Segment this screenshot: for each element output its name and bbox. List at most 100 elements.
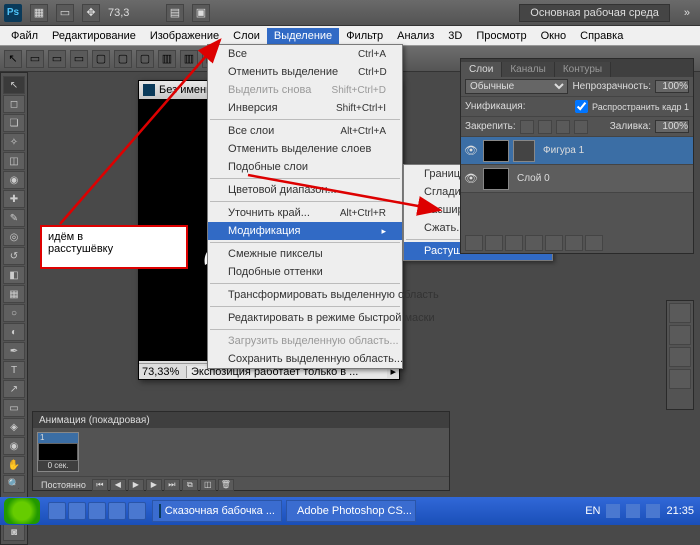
tray-icon[interactable] <box>606 504 620 518</box>
lang-indicator[interactable]: EN <box>585 505 600 517</box>
marquee-tool[interactable]: ◻ <box>3 95 25 113</box>
viewmode-icon[interactable]: ▭ <box>56 4 74 22</box>
lock-trans-icon[interactable] <box>520 120 534 134</box>
layer-name[interactable]: Слой 0 <box>513 173 550 184</box>
panel-icon[interactable] <box>669 369 691 389</box>
newlayer-icon[interactable] <box>565 235 583 251</box>
system-tray[interactable]: EN 21:35 <box>579 504 700 518</box>
menu-Анализ[interactable]: Анализ <box>390 28 441 44</box>
menu-Выделение[interactable]: Выделение <box>267 28 339 44</box>
first-frame-button[interactable]: ⏮ <box>92 479 108 491</box>
anim-title[interactable]: Анимация (покадровая) <box>33 412 449 428</box>
menu-Справка[interactable]: Справка <box>573 28 630 44</box>
menu-Слои[interactable]: Слои <box>226 28 267 44</box>
tab-channels[interactable]: Каналы <box>502 62 555 77</box>
brush-tool[interactable]: ✎ <box>3 209 25 227</box>
path-tool[interactable]: ↗ <box>3 380 25 398</box>
panel-icon[interactable] <box>669 347 691 367</box>
next-frame-button[interactable]: ▶ <box>146 479 162 491</box>
opt-tool-icon[interactable]: ↖ <box>4 50 22 68</box>
opt-8[interactable]: ▥ <box>180 50 198 68</box>
selection-menu[interactable]: ВсеCtrl+AОтменить выделениеCtrl+DВыделит… <box>207 44 403 369</box>
trash-frame-button[interactable]: 🗑 <box>218 479 234 491</box>
heal-tool[interactable]: ✚ <box>3 190 25 208</box>
ql-icon[interactable] <box>88 502 106 520</box>
menu-Файл[interactable]: Файл <box>4 28 45 44</box>
opt-5[interactable]: ▢ <box>114 50 132 68</box>
ql-icon[interactable] <box>128 502 146 520</box>
type-tool[interactable]: T <box>3 361 25 379</box>
fx-icon[interactable] <box>485 235 503 251</box>
menu-item[interactable]: Модификация <box>208 222 402 240</box>
clock[interactable]: 21:35 <box>666 505 694 517</box>
menu-Изображение[interactable]: Изображение <box>143 28 226 44</box>
windows-taskbar[interactable]: Сказочная бабочка ... Adobe Photoshop CS… <box>0 497 700 525</box>
screen-icon[interactable]: ▣ <box>192 4 210 22</box>
collapsed-panels[interactable] <box>666 300 694 410</box>
lock-pos-icon[interactable] <box>556 120 570 134</box>
trash-icon[interactable] <box>585 235 603 251</box>
group-icon[interactable] <box>545 235 563 251</box>
move-tool[interactable]: ↖ <box>3 76 25 94</box>
panel-icon[interactable] <box>669 303 691 323</box>
menu-item[interactable]: Подобные слои <box>208 158 402 176</box>
tab-paths[interactable]: Контуры <box>555 62 611 77</box>
tray-icon[interactable] <box>646 504 660 518</box>
tween-button[interactable]: ⧉ <box>182 479 198 491</box>
last-frame-button[interactable]: ⏭ <box>164 479 180 491</box>
eye-icon[interactable]: 👁 <box>463 172 479 185</box>
wand-tool[interactable]: ✧ <box>3 133 25 151</box>
ql-icon[interactable] <box>48 502 66 520</box>
eye-icon[interactable]: 👁 <box>463 144 479 157</box>
collapse-icon[interactable]: » <box>678 7 696 19</box>
menu-item[interactable]: Сохранить выделенную область... <box>208 350 402 368</box>
menu-item[interactable]: Цветовой диапазон... <box>208 181 402 199</box>
panel-icon[interactable] <box>669 325 691 345</box>
hand-tool[interactable]: ✋ <box>3 456 25 474</box>
opacity-value[interactable]: 100% <box>655 80 689 93</box>
spread-checkbox[interactable] <box>575 100 588 113</box>
menu-item[interactable]: Загрузить выделенную область... <box>208 332 402 350</box>
3d-tool[interactable]: ◈ <box>3 418 25 436</box>
layer-mask-thumb[interactable] <box>513 140 535 162</box>
bridge-icon[interactable]: ▦ <box>30 4 48 22</box>
menu-Редактирование[interactable]: Редактирование <box>45 28 143 44</box>
ql-icon[interactable] <box>68 502 86 520</box>
zoom-value[interactable]: 73,3 <box>108 7 158 19</box>
lasso-tool[interactable]: ❏ <box>3 114 25 132</box>
opt-2[interactable]: ▭ <box>48 50 66 68</box>
new-frame-button[interactable]: ◫ <box>200 479 216 491</box>
crop-tool[interactable]: ◫ <box>3 152 25 170</box>
tab-layers[interactable]: Слои <box>461 62 502 77</box>
arrange-icon[interactable]: ▤ <box>166 4 184 22</box>
anim-frame[interactable]: 1 0 сек. <box>37 432 79 472</box>
menu-Просмотр[interactable]: Просмотр <box>469 28 533 44</box>
menu-3D[interactable]: 3D <box>441 28 469 44</box>
taskbar-item[interactable]: Adobe Photoshop CS... <box>286 500 416 522</box>
lock-all-icon[interactable] <box>574 120 588 134</box>
menu-item[interactable]: Уточнить край...Alt+Ctrl+R <box>208 204 402 222</box>
menu-item[interactable]: Отменить выделение слоев <box>208 140 402 158</box>
panel-tabs[interactable]: Слои Каналы Контуры <box>461 59 693 77</box>
menu-item[interactable]: Подобные оттенки <box>208 263 402 281</box>
prev-frame-button[interactable]: ◀ <box>110 479 126 491</box>
stamp-tool[interactable]: ◎ <box>3 228 25 246</box>
lock-pixels-icon[interactable] <box>538 120 552 134</box>
menu-item[interactable]: Отменить выделениеCtrl+D <box>208 63 402 81</box>
eyedrop-tool[interactable]: ◉ <box>3 171 25 189</box>
quickmask-tool[interactable]: ◙ <box>3 523 25 541</box>
layer-row[interactable]: 👁 Фигура 1 <box>461 137 693 165</box>
dodge-tool[interactable]: ◐ <box>3 323 25 341</box>
menu-bar[interactable]: ФайлРедактированиеИзображениеСлоиВыделен… <box>0 26 700 46</box>
loop-mode[interactable]: Постоянно <box>37 480 90 490</box>
tray-icon[interactable] <box>626 504 640 518</box>
blend-mode-select[interactable]: Обычные <box>465 79 568 94</box>
blur-tool[interactable]: ○ <box>3 304 25 322</box>
opt-7[interactable]: ▥ <box>158 50 176 68</box>
menu-item[interactable]: ИнверсияShift+Ctrl+I <box>208 99 402 117</box>
fill-value[interactable]: 100% <box>655 120 689 133</box>
doc-zoom-status[interactable]: 73,33% <box>139 366 187 378</box>
3d-cam-tool[interactable]: ◉ <box>3 437 25 455</box>
link-icon[interactable] <box>465 235 483 251</box>
menu-Фильтр[interactable]: Фильтр <box>339 28 390 44</box>
